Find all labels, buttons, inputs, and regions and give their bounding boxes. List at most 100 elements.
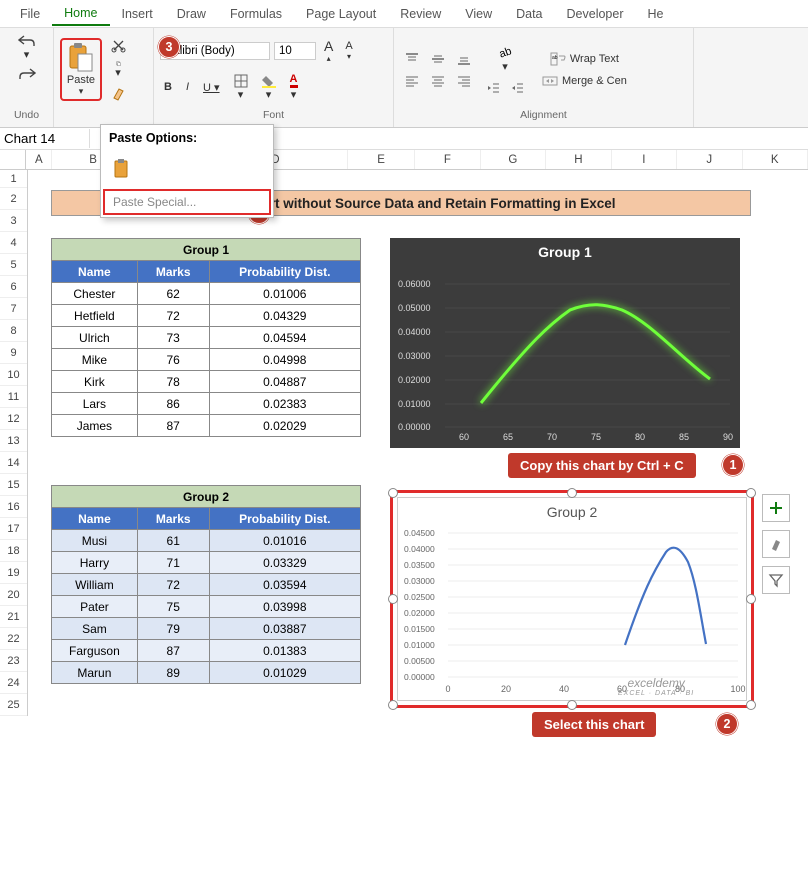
svg-text:0.06000: 0.06000 (398, 279, 431, 289)
chart-group-1[interactable]: Group 1 0.06000 0.05000 0.04000 0.03000 … (390, 238, 740, 448)
svg-text:0.03500: 0.03500 (404, 560, 435, 570)
bold-button[interactable]: B (160, 79, 176, 95)
svg-text:ab: ab (498, 45, 513, 60)
callout-badge-3: 3 (158, 36, 180, 58)
font-color-button[interactable]: A▾ (286, 71, 302, 103)
paste-special-item[interactable]: Paste Special... (103, 189, 271, 215)
decrease-indent-button[interactable] (482, 79, 504, 97)
worksheet-cells[interactable]: Copying Chart without Source Data and Re… (28, 170, 808, 716)
svg-text:0.04000: 0.04000 (404, 544, 435, 554)
svg-text:0.01500: 0.01500 (404, 624, 435, 634)
clipboard-icon (68, 42, 94, 72)
table2-title: Group 2 (52, 486, 361, 508)
table-row: Marun890.01029 (52, 662, 361, 684)
tab-developer[interactable]: Developer (555, 3, 636, 25)
font-size-selector[interactable] (274, 42, 316, 60)
tab-insert[interactable]: Insert (110, 3, 165, 25)
svg-text:0.01000: 0.01000 (398, 399, 431, 409)
tab-view[interactable]: View (453, 3, 504, 25)
tab-review[interactable]: Review (388, 3, 453, 25)
chart2-title: Group 2 (398, 498, 746, 522)
chart-group-2-selection[interactable]: Group 2 0.045000.040000.035000.030000.02… (390, 490, 754, 708)
redo-button[interactable] (14, 65, 40, 83)
increase-indent-button[interactable] (506, 79, 528, 97)
col-header-I[interactable]: I (612, 150, 677, 169)
svg-text:85: 85 (679, 432, 689, 442)
chart-filter-button[interactable] (762, 566, 790, 594)
paste-button[interactable]: Paste ▾ (60, 38, 102, 101)
undo-button[interactable]: ▾ (14, 32, 40, 63)
chart-group-2[interactable]: Group 2 0.045000.040000.035000.030000.02… (397, 497, 747, 701)
cut-button[interactable] (106, 35, 130, 57)
wrap-text-icon: ab (550, 52, 566, 66)
paste-option-clipboard[interactable] (109, 155, 137, 183)
svg-text:0.05000: 0.05000 (398, 303, 431, 313)
tab-formulas[interactable]: Formulas (218, 3, 294, 25)
plus-icon (768, 500, 784, 516)
svg-text:0.02000: 0.02000 (404, 608, 435, 618)
watermark: exceldemy EXCEL · DATA · BI (618, 676, 694, 697)
col-header-K[interactable]: K (743, 150, 808, 169)
col-header-F[interactable]: F (415, 150, 480, 169)
tab-file[interactable]: File (8, 3, 52, 25)
svg-text:0.00500: 0.00500 (404, 656, 435, 666)
col-header-G[interactable]: G (481, 150, 546, 169)
col-header-A[interactable]: A (26, 150, 52, 169)
svg-text:0.00000: 0.00000 (398, 422, 431, 432)
name-box[interactable] (0, 129, 90, 148)
tab-data[interactable]: Data (504, 3, 554, 25)
svg-text:70: 70 (547, 432, 557, 442)
align-left-button[interactable] (400, 72, 424, 90)
table-row: Lars860.02383 (52, 393, 361, 415)
table-row: Kirk780.04887 (52, 371, 361, 393)
svg-text:0.03000: 0.03000 (404, 576, 435, 586)
svg-text:0.03000: 0.03000 (398, 351, 431, 361)
copy-button[interactable]: ▾ (106, 59, 130, 81)
align-right-button[interactable] (452, 72, 476, 90)
svg-text:80: 80 (635, 432, 645, 442)
tab-home[interactable]: Home (52, 2, 109, 26)
chart1-plot: 0.06000 0.05000 0.04000 0.03000 0.02000 … (390, 262, 740, 442)
col-header-E[interactable]: E (348, 150, 415, 169)
orientation-button[interactable]: ab▾ (482, 42, 528, 75)
fill-color-button[interactable]: ▾ (258, 72, 280, 103)
align-middle-button[interactable] (426, 50, 450, 68)
tab-draw[interactable]: Draw (165, 3, 218, 25)
align-top-button[interactable] (400, 50, 424, 68)
wrap-text-button[interactable]: abWrap Text (538, 50, 631, 68)
svg-text:90: 90 (723, 432, 733, 442)
italic-button[interactable]: I (182, 79, 193, 95)
paste-dropdown: Paste Options: Paste Special... (100, 124, 274, 218)
format-painter-button[interactable] (106, 83, 130, 105)
group-label-alignment: Alignment (400, 107, 687, 123)
col-header-H[interactable]: H (546, 150, 611, 169)
tab-help[interactable]: He (636, 3, 676, 25)
table-row: William720.03594 (52, 574, 361, 596)
svg-text:65: 65 (503, 432, 513, 442)
svg-text:20: 20 (501, 684, 511, 694)
decrease-font-icon[interactable]: A▾ (341, 38, 356, 63)
callout-badge-2: 2 (716, 713, 738, 735)
chart-side-buttons (762, 494, 790, 594)
align-bottom-button[interactable] (452, 50, 476, 68)
callout-badge-1: 1 (722, 454, 744, 476)
table-row: Harry710.03329 (52, 552, 361, 574)
ribbon-tabs: File Home Insert Draw Formulas Page Layo… (0, 0, 808, 28)
underline-button[interactable]: U ▾ (199, 79, 224, 96)
table-row: Mike760.04998 (52, 349, 361, 371)
svg-text:0.04000: 0.04000 (398, 327, 431, 337)
align-center-button[interactable] (426, 72, 450, 90)
group-label-undo: Undo (6, 107, 47, 123)
table-row: Sam790.03887 (52, 618, 361, 640)
chart-elements-button[interactable] (762, 494, 790, 522)
increase-font-icon[interactable]: A▴ (320, 36, 337, 65)
callout-copy: Copy this chart by Ctrl + C (508, 453, 696, 478)
paste-options-header: Paste Options: (101, 125, 273, 151)
col-header-J[interactable]: J (677, 150, 742, 169)
tab-page-layout[interactable]: Page Layout (294, 3, 388, 25)
svg-text:ab: ab (552, 55, 558, 61)
chart-styles-button[interactable] (762, 530, 790, 558)
merge-center-button[interactable]: Merge & Cen (538, 72, 631, 90)
borders-button[interactable]: ▾ (230, 72, 252, 103)
svg-text:60: 60 (459, 432, 469, 442)
